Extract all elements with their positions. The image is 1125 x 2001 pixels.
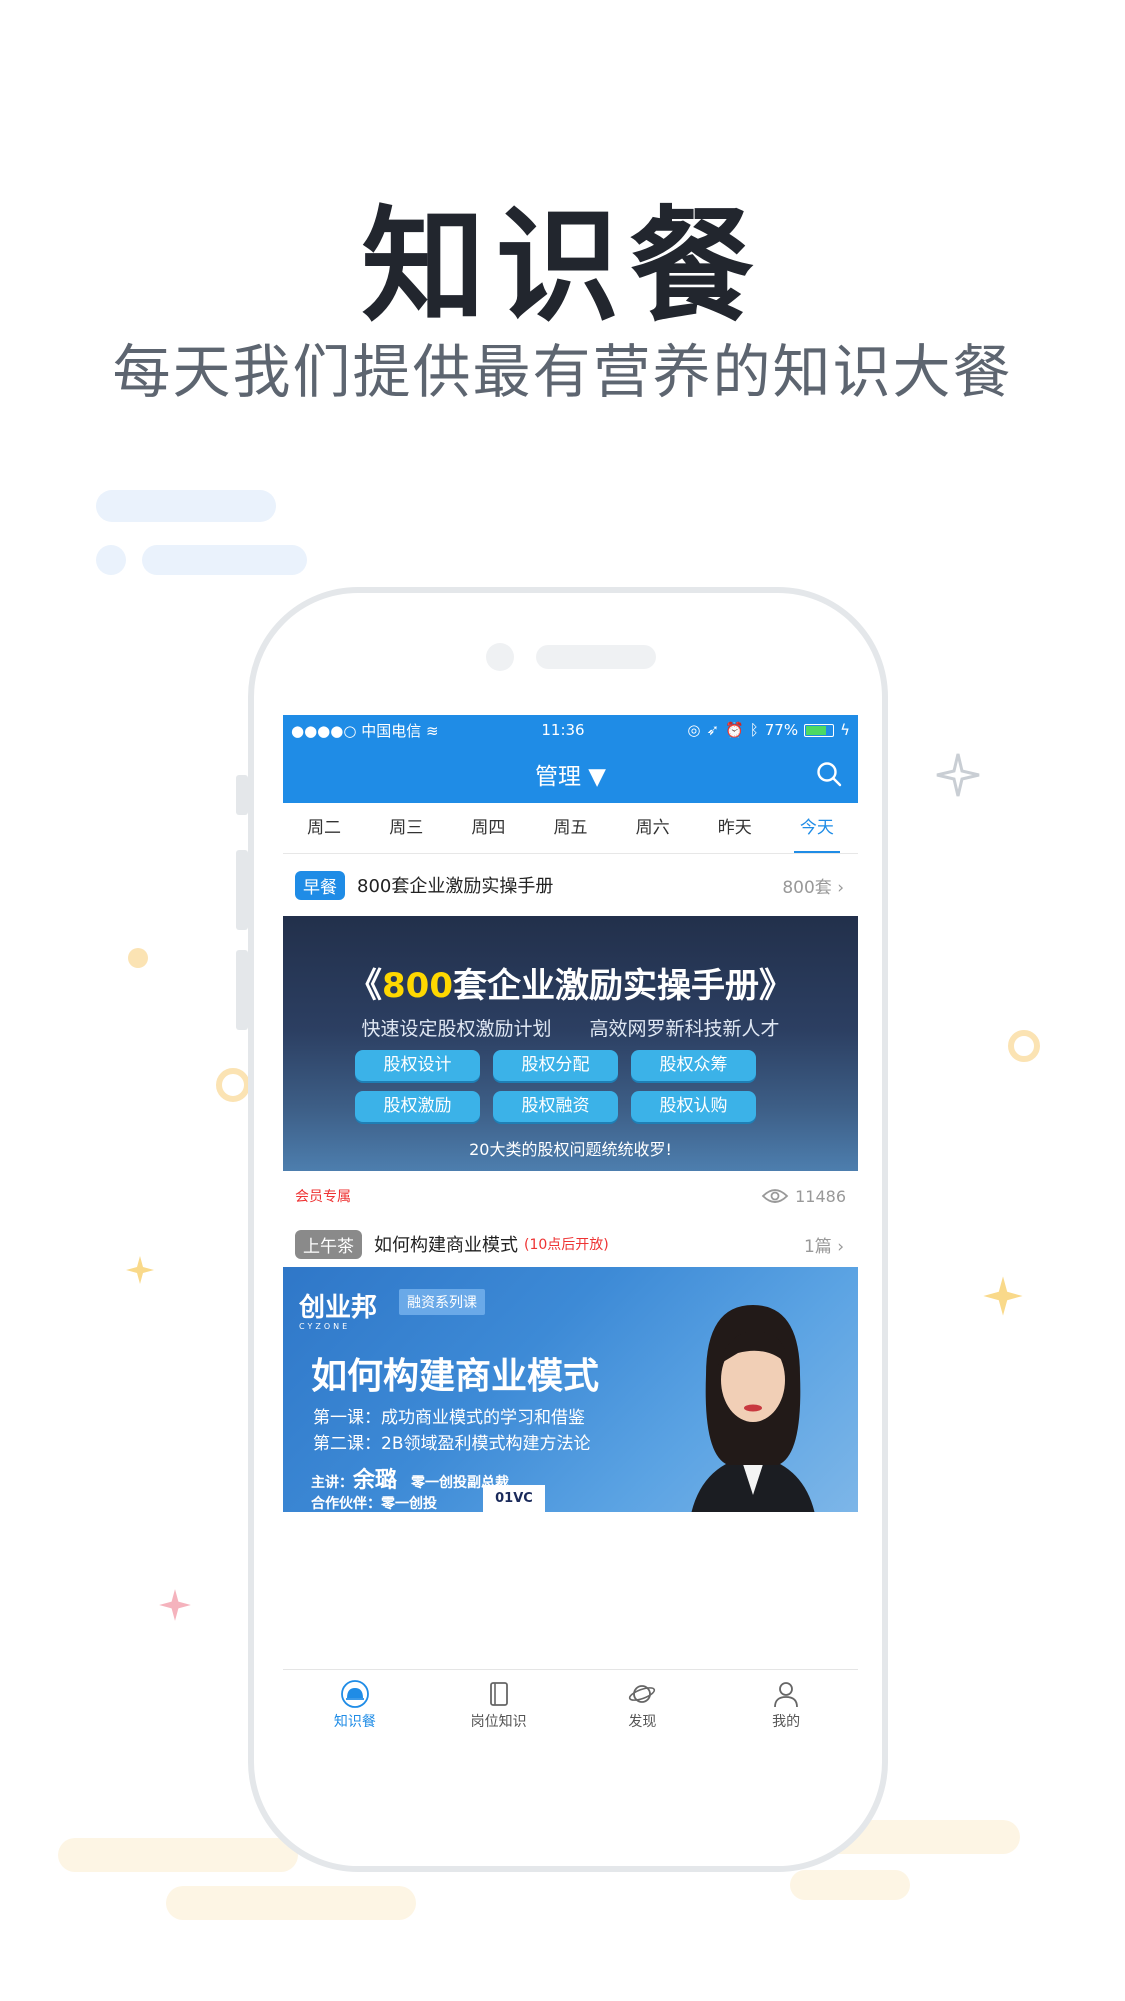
wifi-icon: ≋: [426, 721, 439, 740]
phone-side-button: [236, 850, 248, 930]
search-icon[interactable]: [816, 761, 842, 787]
sparkle-yellow-icon: [126, 1256, 154, 1284]
speaker-portrait: [691, 1305, 815, 1512]
status-bar: ●●●●○ 中国电信 ≋ 11:36 ◎ ➶ ⏰ ᛒ 77% ϟ: [283, 715, 858, 745]
deco-cloud-yellow-4: [790, 1870, 910, 1900]
bottom-nav: 知识餐 岗位知识 发现 我的: [283, 1669, 858, 1740]
chevron-right-icon: ›: [837, 877, 844, 898]
lesson-one: 第一课：成功商业模式的学习和借鉴: [313, 1408, 585, 1428]
app-screen: ●●●●○ 中国电信 ≋ 11:36 ◎ ➶ ⏰ ᛒ 77% ϟ 管理 ▼ 周二…: [283, 715, 858, 1740]
phone-speaker: [536, 645, 656, 669]
bottom-nav-label: 我的: [772, 1713, 801, 1730]
tab-today[interactable]: 今天: [776, 803, 858, 853]
breakfast-meta: 会员专属 11486: [283, 1171, 858, 1221]
teatime-tag: 上午茶: [295, 1229, 362, 1259]
sparkle-pink-icon: [159, 1589, 191, 1621]
navbar: 管理 ▼: [283, 745, 858, 803]
bottom-nav-discover[interactable]: 发现: [571, 1670, 715, 1740]
battery-percent: 77%: [764, 721, 799, 739]
eye-icon: [761, 1189, 789, 1203]
deco-ring-icon: [216, 1068, 250, 1102]
bottom-nav-label: 岗位知识: [470, 1713, 527, 1730]
alarm-icon: ⏰: [725, 721, 744, 739]
teatime-row[interactable]: 上午茶 如何构建商业模式 (10点后开放) 1篇 ›: [283, 1221, 858, 1267]
topic-button: 股权分配: [493, 1050, 618, 1081]
day-tabs: 周二 周三 周四 周五 周六 昨天 今天: [283, 803, 858, 854]
teatime-note: (10点后开放): [524, 1237, 609, 1253]
banner-topic-buttons: 股权设计 股权分配 股权众筹 股权激励 股权融资 股权认购: [355, 1050, 785, 1122]
tab-saturday[interactable]: 周六: [612, 803, 694, 853]
promo-headline: 知识餐: [361, 195, 764, 339]
teatime-banner[interactable]: 创业邦 CYZONE 融资系列课 如何构建商业模式 第一课：成功商业模式的学习和借…: [283, 1267, 858, 1512]
carrier-info: ●●●●○ 中国电信 ≋: [291, 720, 439, 741]
meal-cloche-icon: [340, 1679, 369, 1708]
view-count: 11486: [761, 1187, 846, 1206]
promo-subline: 每天我们提供最有营养的知识大餐: [112, 338, 1013, 406]
tab-yesterday[interactable]: 昨天: [694, 803, 776, 853]
banner-subtitle: 快速设定股权激励计划 高效网罗新科技新人才: [361, 1018, 780, 1040]
bluetooth-icon: ᛒ: [749, 721, 759, 739]
breakfast-title: 800套企业激励实操手册: [357, 876, 554, 897]
lock-rotation-icon: ◎: [687, 721, 701, 739]
battery-icon: [804, 723, 835, 737]
topic-button: 股权融资: [493, 1091, 618, 1122]
sparkle-outline-icon: [936, 753, 980, 797]
series-badge: 融资系列课: [399, 1289, 485, 1315]
chevron-right-icon: ›: [837, 1236, 844, 1257]
member-badge: 会员专属: [295, 1189, 351, 1205]
banner-note: 20大类的股权问题统统收罗!: [469, 1140, 672, 1159]
partner-logo: 01VC: [483, 1485, 545, 1512]
topic-button: 股权众筹: [631, 1050, 756, 1081]
location-icon: ➶: [706, 721, 720, 739]
topic-button: 股权激励: [355, 1091, 480, 1122]
deco-cloud-yellow-1: [58, 1838, 298, 1872]
tab-wednesday[interactable]: 周三: [365, 803, 447, 853]
tab-friday[interactable]: 周五: [529, 803, 611, 853]
teatime-title: 如何构建商业模式: [374, 1235, 518, 1256]
carrier-label: 中国电信: [361, 721, 422, 740]
deco-dot-icon: [128, 948, 148, 968]
partner-info: 合作伙伴：零一创投: [311, 1496, 437, 1512]
breakfast-tag: 早餐: [295, 870, 345, 900]
teatime-count: 1篇 ›: [803, 1236, 844, 1257]
sparkle-yellow-icon: [983, 1276, 1023, 1316]
deco-cloud-blue-1: [96, 490, 276, 522]
brand-logo: 创业邦 CYZONE: [299, 1293, 378, 1331]
tab-tuesday[interactable]: 周二: [283, 803, 365, 853]
deco-cloud-blue-2: [142, 545, 307, 575]
deco-cloud-blue-3: [96, 545, 126, 575]
bottom-nav-job-knowledge[interactable]: 岗位知识: [427, 1670, 571, 1740]
course-title: 如何构建商业模式: [311, 1356, 600, 1397]
status-right: ◎ ➶ ⏰ ᛒ 77% ϟ: [687, 721, 850, 739]
phone-side-button: [236, 775, 248, 815]
bottom-nav-label: 发现: [628, 1713, 657, 1730]
phone-camera: [486, 643, 514, 671]
signal-icon: ●●●●○: [291, 721, 357, 740]
deco-cloud-yellow-2: [166, 1886, 416, 1920]
bottom-nav-knowledge-meal[interactable]: 知识餐: [283, 1670, 427, 1740]
bottom-nav-me[interactable]: 我的: [714, 1670, 858, 1740]
planet-icon: [629, 1684, 656, 1703]
navbar-title-dropdown[interactable]: 管理 ▼: [535, 757, 606, 791]
user-icon: [774, 1681, 799, 1707]
tab-thursday[interactable]: 周四: [447, 803, 529, 853]
charging-icon: ϟ: [840, 721, 850, 739]
topic-button: 股权设计: [355, 1050, 480, 1081]
deco-ring-icon: [1008, 1030, 1040, 1062]
breakfast-row[interactable]: 早餐 800套企业激励实操手册 800套 ›: [283, 854, 858, 916]
lesson-two: 第二课：2B领域盈利模式构建方法论: [313, 1434, 591, 1454]
book-icon: [489, 1681, 508, 1706]
speaker-info: 主讲：余璐 零一创投副总裁: [311, 1468, 510, 1493]
breakfast-count: 800套 ›: [782, 877, 844, 898]
breakfast-banner[interactable]: 《800套企业激励实操手册》 快速设定股权激励计划 高效网罗新科技新人才 股权设…: [283, 916, 858, 1171]
topic-button: 股权认购: [631, 1091, 756, 1122]
status-time: 11:36: [541, 721, 585, 739]
bottom-nav-label: 知识餐: [333, 1713, 376, 1730]
phone-side-button: [236, 950, 248, 1030]
banner-title: 《800套企业激励实操手册》: [348, 966, 793, 1006]
